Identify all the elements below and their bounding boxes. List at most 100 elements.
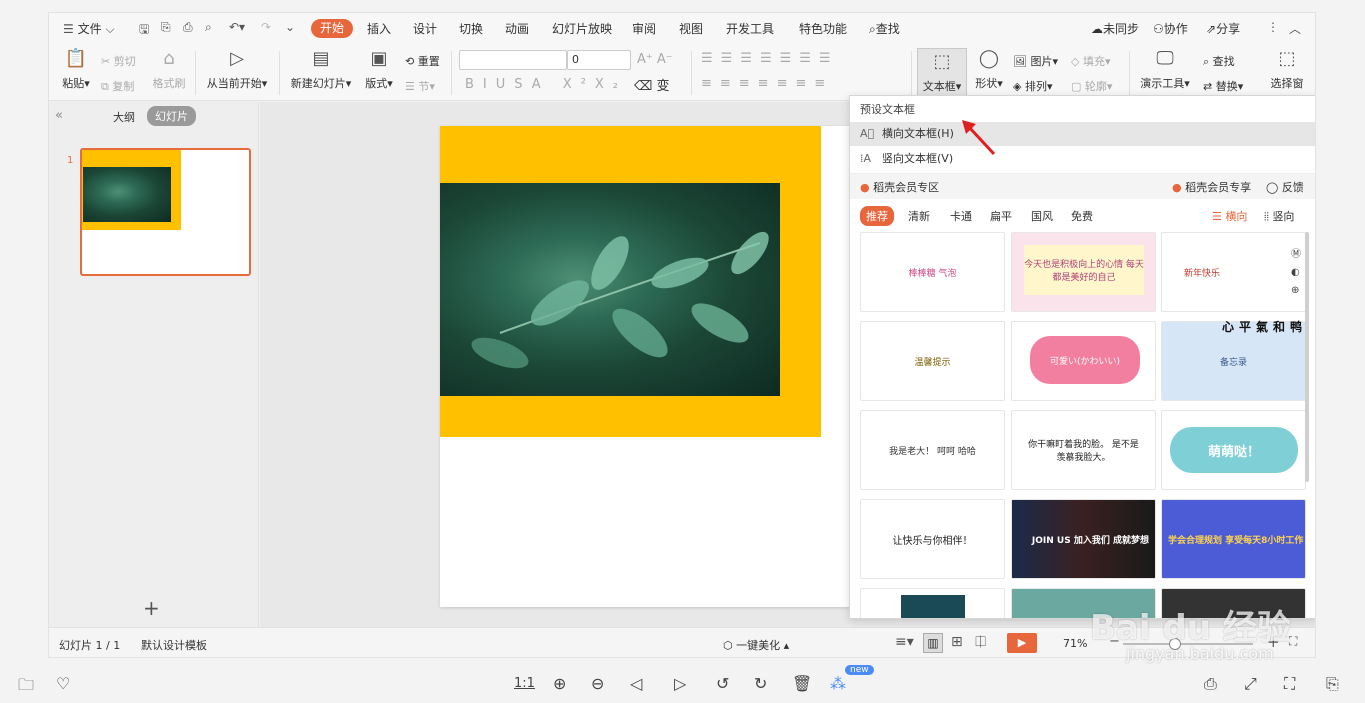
slide[interactable] bbox=[440, 126, 860, 607]
undo-icon[interactable]: ↶▾ bbox=[229, 20, 245, 34]
paste-button[interactable]: 📋 粘贴▾ bbox=[59, 49, 93, 91]
phonetic-icon[interactable]: ⌫ 变 bbox=[634, 75, 670, 94]
tab-review[interactable]: 审阅 bbox=[632, 20, 656, 37]
tab-design[interactable]: 设计 bbox=[413, 20, 437, 37]
more-icon[interactable]: ⋮ bbox=[1267, 20, 1279, 34]
filter-cartoon[interactable]: 卡通 bbox=[950, 208, 972, 224]
fill-button[interactable]: ◇ 填充▾ bbox=[1071, 53, 1111, 69]
folder-icon[interactable]: 🗀 bbox=[18, 674, 34, 701]
template-card[interactable]: 学会合理规划 享受每天8小时工作 bbox=[1161, 499, 1306, 579]
collab-button[interactable]: ⚇协作 bbox=[1153, 20, 1188, 37]
share-button[interactable]: ⇗分享 bbox=[1206, 20, 1240, 37]
collapse-panel-icon[interactable]: « bbox=[55, 108, 63, 123]
template-card[interactable]: 你干嘛盯着我的脸。 是不是羡慕我脸大。 bbox=[1011, 410, 1156, 490]
next-icon[interactable]: ▷ bbox=[674, 674, 686, 693]
output-icon[interactable]: ⎘ bbox=[161, 20, 171, 35]
save-icon[interactable]: 🖫 bbox=[139, 20, 149, 41]
add-slide-button[interactable]: + bbox=[143, 596, 160, 620]
play-icon[interactable]: ▶ bbox=[1007, 633, 1037, 653]
template-card[interactable]: 可爱い(かわいい) bbox=[1011, 321, 1156, 401]
orientation-vertical[interactable]: ⦙⦙ 竖向 bbox=[1264, 208, 1294, 224]
notes-icon[interactable]: ≡▾ bbox=[895, 634, 914, 650]
leaf-photo[interactable] bbox=[440, 183, 780, 396]
font-name-select[interactable] bbox=[459, 50, 567, 70]
tab-outline[interactable]: 大纲 bbox=[113, 109, 135, 125]
grow-font-icon[interactable]: A⁺ A⁻ bbox=[637, 52, 673, 67]
find-button[interactable]: ⌕ 查找 bbox=[1203, 53, 1235, 69]
actual-size-button[interactable]: 1:1 bbox=[514, 676, 535, 691]
tab-slideshow[interactable]: 幻灯片放映 bbox=[552, 20, 612, 37]
zoom-out-icon[interactable]: ⊖ bbox=[591, 674, 604, 693]
outline-button[interactable]: ▢ 轮廓▾ bbox=[1071, 78, 1112, 94]
list-icons[interactable]: ☰☰☰☰☰☰☰ bbox=[701, 51, 839, 66]
filter-flat[interactable]: 扁平 bbox=[990, 208, 1012, 224]
vertical-textbox-item[interactable]: ⁞A 竖向文本框(V) bbox=[850, 147, 1315, 171]
arrange-button[interactable]: ◈ 排列▾ bbox=[1013, 78, 1053, 94]
horizontal-textbox-item[interactable]: A⃞ 横向文本框(H) bbox=[850, 122, 1315, 146]
collapse-ribbon-icon[interactable]: ︿ bbox=[1289, 20, 1301, 37]
font-size-select[interactable]: 0 bbox=[567, 50, 631, 70]
slide-thumbnail[interactable] bbox=[80, 148, 251, 276]
template-card[interactable]: 温馨提示 bbox=[860, 321, 1005, 401]
play-from-current-button[interactable]: ▷ 从当前开始▾ bbox=[202, 49, 272, 91]
reset-button[interactable]: ⟲ 重置 bbox=[405, 53, 440, 69]
feedback-button[interactable]: ◯ 反馈 bbox=[1266, 179, 1304, 195]
print-icon[interactable]: ⎙ bbox=[183, 20, 193, 35]
sorter-view-icon[interactable]: ⊞ bbox=[951, 634, 963, 650]
template-card[interactable]: 新年快乐 bbox=[1161, 232, 1306, 312]
selection-pane-button[interactable]: ⬚ 选择窗 bbox=[1267, 49, 1307, 91]
tab-view[interactable]: 视图 bbox=[679, 20, 703, 37]
template-card[interactable] bbox=[860, 588, 1005, 618]
member-zone[interactable]: ● 稻壳会员专区 bbox=[860, 179, 939, 195]
orientation-horizontal[interactable]: ☰ 横向 bbox=[1212, 208, 1247, 224]
sync-status[interactable]: ☁未同步 bbox=[1091, 20, 1139, 37]
rotate-left-icon[interactable]: ↺ bbox=[716, 674, 729, 693]
reading-view-icon[interactable]: ⎅ bbox=[975, 634, 986, 650]
shape-button[interactable]: ◯ 形状▾ bbox=[971, 49, 1007, 91]
new-slide-button[interactable]: ▤ 新建幻灯片▾ bbox=[287, 49, 355, 91]
search-command[interactable]: ⌕查找 bbox=[869, 20, 900, 37]
picture-button[interactable]: 🖼 图片▾ bbox=[1013, 53, 1058, 69]
normal-view-icon[interactable]: ▥ bbox=[923, 633, 943, 653]
tab-features[interactable]: 特色功能 bbox=[799, 20, 847, 37]
file-menu[interactable]: ☰ 文件 ⌵ bbox=[63, 20, 115, 37]
previous-icon[interactable]: ◁ bbox=[630, 674, 642, 693]
export-icon[interactable]: ⎘ bbox=[1326, 674, 1339, 694]
crop-icon[interactable]: ⛶ bbox=[1284, 674, 1295, 694]
dropdown-scrollbar[interactable] bbox=[1305, 232, 1309, 482]
template-card[interactable]: 萌萌哒！ bbox=[1161, 410, 1306, 490]
beautify-button[interactable]: ⬡ 一键美化 ▴ bbox=[723, 637, 789, 653]
member-share[interactable]: ● 稻壳会员专享 bbox=[1172, 179, 1251, 195]
tab-insert[interactable]: 插入 bbox=[367, 20, 391, 37]
side-tool-icons[interactable]: Ⓜ ◐ ⊕ bbox=[1291, 246, 1301, 300]
format-painter-button[interactable]: ⌂ 格式刷 bbox=[149, 49, 189, 91]
tab-slides[interactable]: 幻灯片 bbox=[147, 106, 196, 126]
filter-recommended[interactable]: 推荐 bbox=[860, 206, 894, 226]
filter-free[interactable]: 免费 bbox=[1071, 208, 1093, 224]
zoom-in-icon[interactable]: ⊕ bbox=[553, 674, 566, 693]
template-card[interactable]: 我是老大！ 呵呵 哈哈 bbox=[860, 410, 1005, 490]
tab-developer[interactable]: 开发工具 bbox=[726, 20, 774, 37]
rotate-right-icon[interactable]: ↻ bbox=[754, 674, 767, 693]
apps-icon[interactable]: ⁂ bbox=[830, 674, 846, 693]
template-card[interactable]: JOIN US 加入我们 成就梦想 bbox=[1011, 499, 1156, 579]
tab-animation[interactable]: 动画 bbox=[505, 20, 529, 37]
template-card[interactable]: 今天也是积极向上的心情 每天都是美好的自己 bbox=[1011, 232, 1156, 312]
template-card[interactable]: 让快乐与你相伴！ bbox=[860, 499, 1005, 579]
copy-button[interactable]: ⧉ 复制 bbox=[101, 78, 134, 94]
textbox-button[interactable]: ⬚ 文本框▾ bbox=[917, 48, 967, 98]
print-icon[interactable]: ⎙ bbox=[1204, 674, 1217, 694]
font-style-icons[interactable]: BIUSA X²X₂ bbox=[465, 77, 627, 92]
fullscreen-icon[interactable]: ⤢ bbox=[1244, 674, 1257, 694]
layout-button[interactable]: ▣ 版式▾ bbox=[361, 49, 397, 91]
align-icons[interactable]: ≡≡≡≡≡≡≡ bbox=[701, 76, 833, 91]
heart-icon[interactable]: ♡ bbox=[56, 674, 70, 693]
cut-button[interactable]: ✂ 剪切 bbox=[101, 53, 136, 69]
preview-icon[interactable]: ⌕ bbox=[205, 20, 212, 35]
filter-fresh[interactable]: 清新 bbox=[908, 208, 930, 224]
tab-transition[interactable]: 切换 bbox=[459, 20, 483, 37]
tab-home[interactable]: 开始 bbox=[311, 19, 353, 38]
redo-icon[interactable]: ↷ bbox=[261, 20, 271, 34]
section-button[interactable]: ☰ 节▾ bbox=[405, 78, 435, 94]
replace-button[interactable]: ⇄ 替换▾ bbox=[1203, 78, 1243, 94]
